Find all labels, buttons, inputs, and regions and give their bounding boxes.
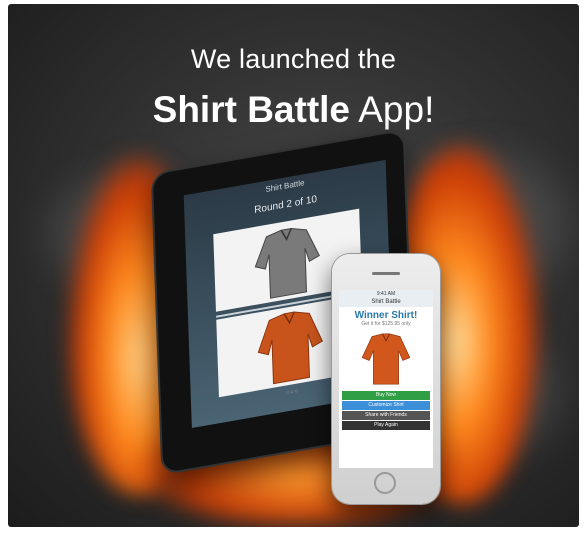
phone-status-time: 9:41 AM — [339, 290, 433, 298]
share-with-friends-button[interactable]: Share with Friends — [342, 411, 430, 420]
phone-home-button[interactable] — [374, 472, 396, 494]
phone-device: 9:41 AM Shirt Battle Winner Shirt! Get i… — [332, 254, 440, 504]
app-name: Shirt Battle — [152, 89, 350, 130]
headline-suffix: App! — [350, 89, 435, 130]
headline-line-2: Shirt Battle App! — [8, 89, 579, 131]
buy-now-button[interactable]: Buy Now — [342, 391, 430, 400]
play-again-button[interactable]: Play Again — [342, 421, 430, 430]
phone-speaker — [372, 272, 400, 275]
tablet-menu-icon[interactable]: ◦◦◦ — [286, 383, 299, 399]
headline-line-1: We launched the — [190, 44, 397, 74]
winner-title: Winner Shirt! — [354, 310, 418, 321]
winner-shirt-image — [361, 333, 411, 385]
winner-subtitle: Get it for $125.95 only — [361, 321, 411, 327]
phone-screen: 9:41 AM Shirt Battle Winner Shirt! Get i… — [339, 290, 433, 468]
phone-app-title: Shirt Battle — [339, 298, 433, 307]
customize-shirt-button[interactable]: Customize Shirt — [342, 401, 430, 410]
promo-banner: We launched the Shirt Battle App! Shirt … — [8, 4, 579, 527]
